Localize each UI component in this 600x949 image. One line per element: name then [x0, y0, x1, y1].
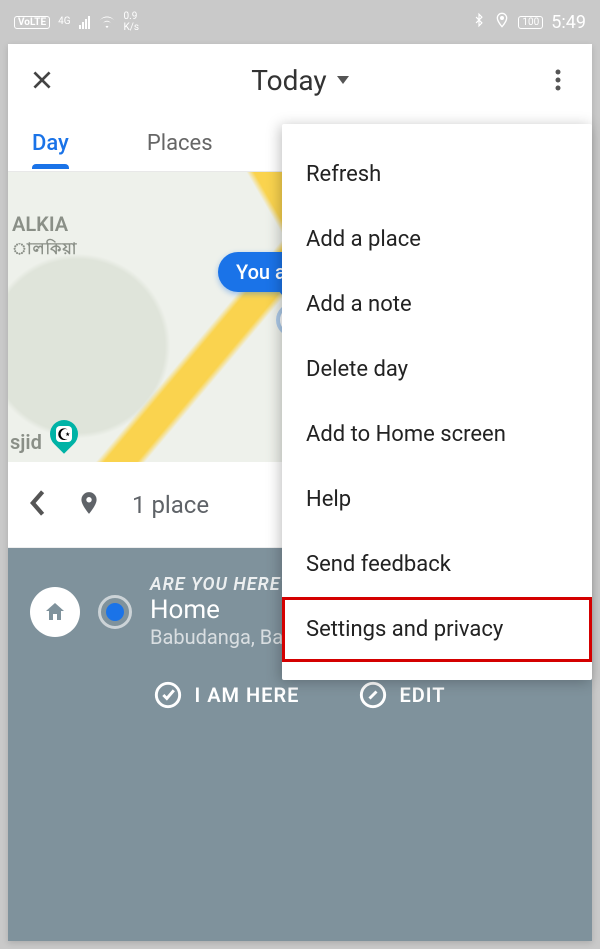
- menu-add-home-screen[interactable]: Add to Home screen: [282, 402, 592, 467]
- overflow-menu: Refresh Add a place Add a note Delete da…: [282, 124, 592, 680]
- overflow-menu-button[interactable]: [540, 62, 576, 98]
- bluetooth-icon: [472, 11, 486, 33]
- place-pin-icon: [76, 486, 102, 524]
- header: Today: [8, 44, 592, 116]
- tab-places[interactable]: Places: [143, 119, 217, 168]
- map-poi-pin[interactable]: ☪: [44, 414, 84, 454]
- statusbar: VoLTE 4G 0.9K/s 100 5:49: [0, 0, 600, 44]
- menu-help[interactable]: Help: [282, 467, 592, 532]
- tab-day[interactable]: Day: [28, 119, 73, 168]
- menu-send-feedback[interactable]: Send feedback: [282, 532, 592, 597]
- menu-refresh[interactable]: Refresh: [282, 142, 592, 207]
- home-icon: [30, 587, 80, 637]
- place-address: Babudanga, Ba: [150, 625, 290, 649]
- close-button[interactable]: [24, 62, 60, 98]
- statusbar-right: 100 5:49: [472, 11, 586, 33]
- header-title: Today: [251, 64, 326, 97]
- wifi-icon: [98, 13, 116, 31]
- app-frame: Today Day Places ALKIA ালকিয়া 🎬 You are…: [8, 44, 592, 941]
- menu-add-place[interactable]: Add a place: [282, 207, 592, 272]
- location-icon: [494, 11, 510, 33]
- menu-settings-privacy[interactable]: Settings and privacy: [282, 597, 592, 662]
- map-area-label: sjid: [10, 430, 42, 454]
- edit-button[interactable]: EDIT: [359, 681, 445, 709]
- place-count: 1 place: [132, 491, 209, 519]
- volte-icon: VoLTE: [14, 16, 50, 29]
- clock: 5:49: [551, 12, 586, 33]
- network-gen: 4G: [58, 17, 70, 27]
- chevron-down-icon: [337, 76, 349, 84]
- prompt-question: ARE YOU HERE?: [150, 574, 290, 595]
- map-area-label: ALKIA ালকিয়া: [12, 212, 77, 263]
- menu-delete-day[interactable]: Delete day: [282, 337, 592, 402]
- prompt-text: ARE YOU HERE? Home Babudanga, Ba: [150, 574, 290, 649]
- menu-add-note[interactable]: Add a note: [282, 272, 592, 337]
- statusbar-left: VoLTE 4G 0.9K/s: [14, 11, 139, 33]
- prev-day-button[interactable]: [28, 489, 46, 521]
- location-dot-icon: [98, 595, 132, 629]
- place-name: Home: [150, 595, 290, 625]
- signal-icon: [79, 15, 90, 29]
- i-am-here-button[interactable]: I AM HERE: [154, 681, 299, 709]
- date-selector[interactable]: Today: [251, 64, 348, 97]
- net-speed: 0.9K/s: [124, 11, 140, 33]
- battery-icon: 100: [518, 16, 543, 29]
